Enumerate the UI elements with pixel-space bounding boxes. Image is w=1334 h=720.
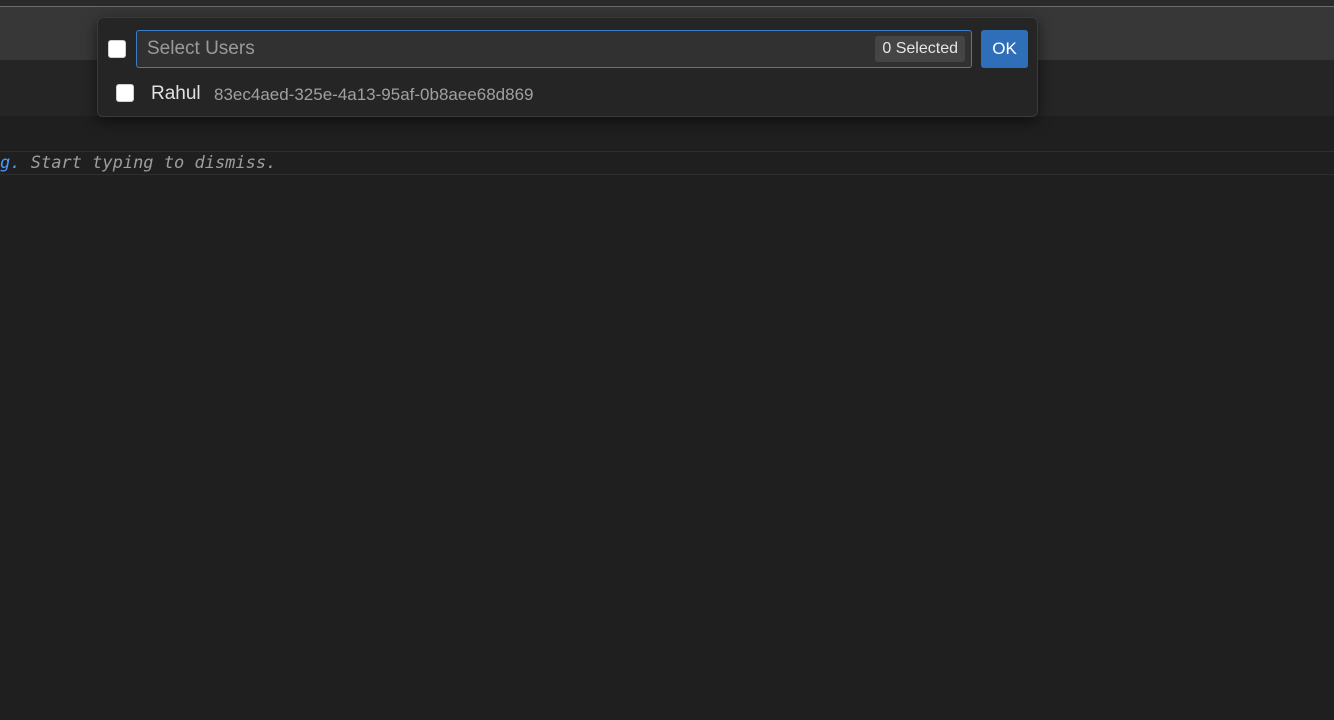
editor-area[interactable]: [0, 116, 1334, 720]
user-id: 83ec4aed-325e-4a13-95af-0b8aee68d869: [214, 85, 534, 104]
user-name: Rahul: [151, 83, 201, 104]
ok-button[interactable]: OK: [981, 30, 1028, 68]
hint-text: Start typing to dismiss.: [20, 153, 277, 173]
window-top-strip: [0, 0, 1334, 7]
editor-hint: g. Start typing to dismiss.: [0, 152, 276, 174]
select-users-input[interactable]: [137, 31, 877, 67]
hint-link[interactable]: g.: [0, 153, 20, 173]
quick-pick-input-box: 0 Selected: [136, 30, 972, 68]
list-item[interactable]: Rahul 83ec4aed-325e-4a13-95af-0b8aee68d8…: [98, 78, 1037, 110]
selected-count-badge: 0 Selected: [875, 36, 965, 62]
user-checkbox[interactable]: [116, 84, 134, 102]
editor-hint-line: g. Start typing to dismiss.: [0, 151, 1334, 175]
quick-pick-widget: 0 Selected OK Rahul 83ec4aed-325e-4a13-9…: [97, 17, 1038, 117]
select-all-checkbox[interactable]: [108, 40, 126, 58]
